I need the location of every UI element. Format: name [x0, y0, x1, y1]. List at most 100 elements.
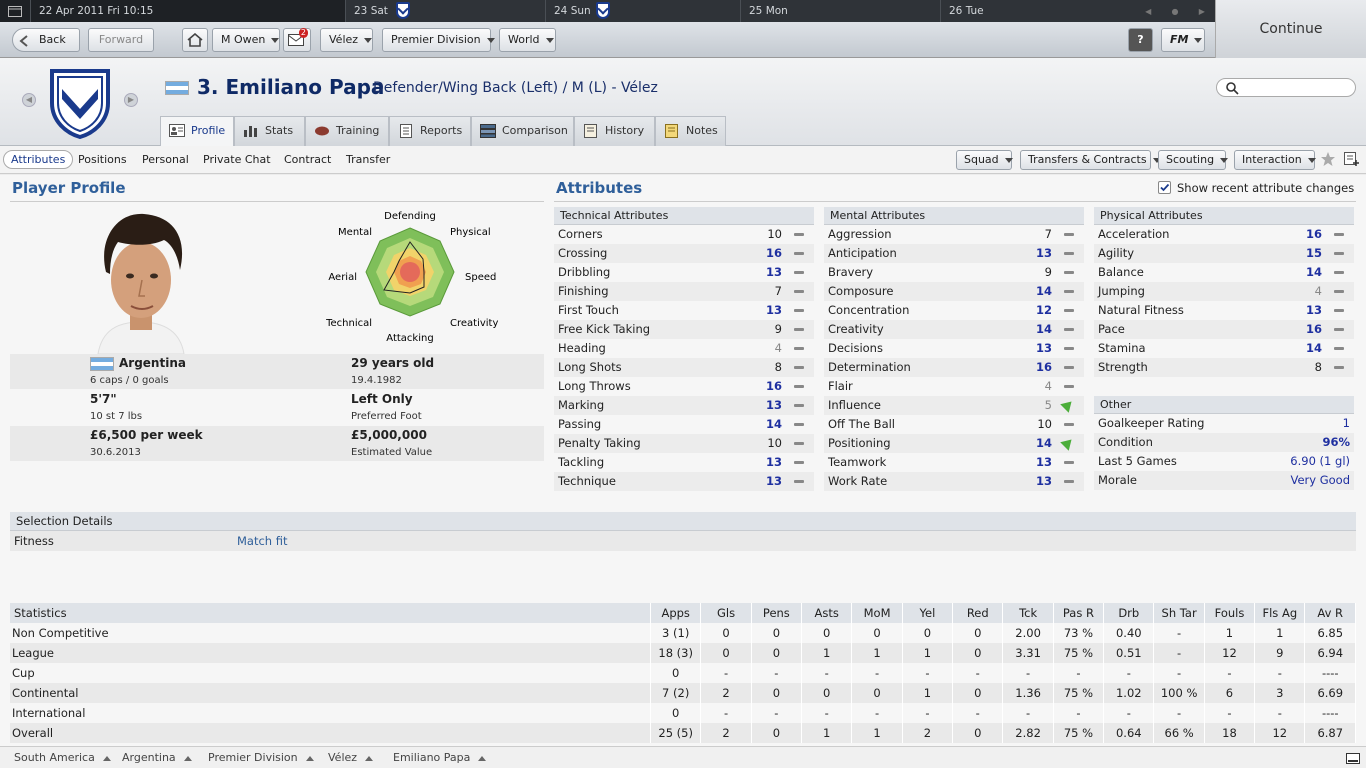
- stats-column-header[interactable]: Sh Tar: [1153, 603, 1205, 623]
- star-icon[interactable]: [1320, 151, 1336, 167]
- tab-stats[interactable]: Stats: [234, 116, 305, 146]
- dot-icon[interactable]: ●: [1172, 7, 1179, 16]
- subtab-transfer[interactable]: Transfer: [346, 153, 390, 166]
- nationality[interactable]: Argentina: [119, 356, 186, 370]
- stats-column-header[interactable]: Pas R: [1053, 603, 1105, 623]
- steady-dash-icon: [794, 328, 804, 331]
- stats-column-header[interactable]: Asts: [801, 603, 853, 623]
- day-cell[interactable]: 25 Mon: [740, 0, 940, 22]
- stats-cell: 0.64: [1103, 723, 1155, 743]
- divider: [10, 201, 544, 202]
- manager-dropdown[interactable]: M Owen: [212, 28, 280, 52]
- ball-icon: [315, 126, 329, 136]
- subtab-contract[interactable]: Contract: [284, 153, 331, 166]
- prev-icon[interactable]: ◀: [1145, 7, 1151, 16]
- stats-cell: 1: [851, 723, 903, 743]
- tab-comparison[interactable]: Comparison: [471, 116, 574, 146]
- improving-arrow-icon: [1060, 397, 1076, 413]
- subtab-private-chat[interactable]: Private Chat: [203, 153, 271, 166]
- stats-column-header[interactable]: Apps: [650, 603, 702, 623]
- league-dropdown[interactable]: Premier Division: [382, 28, 495, 52]
- subtab-positions[interactable]: Positions: [78, 153, 127, 166]
- attribute-row: Acceleration 16: [1094, 225, 1354, 244]
- forward-button[interactable]: Forward: [88, 28, 154, 52]
- stats-cell: -: [751, 703, 803, 723]
- prev-player-icon[interactable]: ◀: [22, 93, 36, 107]
- screen-toggle-icon[interactable]: [1346, 753, 1360, 764]
- stats-cell: 1: [801, 723, 853, 743]
- chevron-down-icon: [486, 37, 495, 43]
- home-button[interactable]: [182, 28, 208, 52]
- attribute-value: Very Good: [1290, 473, 1350, 487]
- stats-row-label: Overall: [10, 723, 652, 743]
- tab-reports[interactable]: Reports: [389, 116, 471, 146]
- stats-column-header[interactable]: Gls: [700, 603, 752, 623]
- subtab-personal[interactable]: Personal: [142, 153, 189, 166]
- day-cell[interactable]: 23 Sat: [345, 0, 545, 22]
- scouting-menu-button[interactable]: Scouting: [1158, 150, 1229, 170]
- calendar-icon[interactable]: [0, 0, 30, 22]
- next-player-icon[interactable]: ▶: [124, 93, 138, 107]
- attribute-row: Flair 4: [824, 377, 1084, 396]
- fm-menu-button[interactable]: FM: [1161, 28, 1205, 52]
- continue-button[interactable]: Continue: [1215, 0, 1366, 58]
- stats-cell: -: [952, 663, 1004, 683]
- squad-menu-button[interactable]: Squad: [956, 150, 1013, 170]
- stats-cell: 0: [650, 663, 702, 683]
- interaction-menu-button[interactable]: Interaction: [1234, 150, 1316, 170]
- stats-column-header[interactable]: Red: [952, 603, 1004, 623]
- stats-cell: 0: [851, 623, 903, 643]
- show-changes-checkbox[interactable]: [1158, 181, 1171, 194]
- stats-column-header[interactable]: Fouls: [1204, 603, 1256, 623]
- stats-column-header[interactable]: MoM: [851, 603, 903, 623]
- day-cell[interactable]: 26 Tue: [940, 0, 1135, 22]
- add-to-list-icon[interactable]: [1344, 152, 1360, 166]
- club-dropdown[interactable]: Vélez: [320, 28, 373, 52]
- breadcrumb-club[interactable]: Vélez: [328, 751, 373, 764]
- stats-column-header[interactable]: Pens: [751, 603, 803, 623]
- search-input[interactable]: [1216, 78, 1356, 97]
- inbox-button[interactable]: 2: [283, 28, 311, 52]
- steady-dash-icon: [1064, 328, 1074, 331]
- stats-column-header[interactable]: Statistics: [10, 603, 652, 623]
- fitness-label: Fitness: [14, 534, 54, 548]
- steady-dash-icon: [794, 480, 804, 483]
- tab-history[interactable]: History: [574, 116, 655, 146]
- tab-notes[interactable]: Notes: [655, 116, 726, 146]
- subtab-attributes[interactable]: Attributes: [3, 150, 74, 169]
- next-icon[interactable]: ▶: [1199, 7, 1205, 16]
- stats-cell: 0: [700, 623, 752, 643]
- player-photo: [88, 210, 192, 354]
- help-button[interactable]: ?: [1128, 28, 1153, 52]
- tab-profile[interactable]: Profile: [160, 116, 234, 147]
- stats-cell: -: [1153, 703, 1205, 723]
- attribute-name: Determination: [828, 360, 911, 374]
- day-cell[interactable]: 24 Sun: [545, 0, 740, 22]
- date-nav[interactable]: ◀ ● ▶: [1135, 0, 1215, 22]
- transfers-contracts-menu-button[interactable]: Transfers & Contracts: [1020, 150, 1161, 170]
- radar-label-defending: Defending: [384, 211, 436, 222]
- stats-column-header[interactable]: Yel: [902, 603, 954, 623]
- stats-cell: 18: [1204, 723, 1256, 743]
- stats-column-header[interactable]: Fls Ag: [1254, 603, 1306, 623]
- stats-cell: 6.69: [1304, 683, 1356, 703]
- stats-column-header[interactable]: Av R: [1304, 603, 1356, 623]
- preferred-foot: Left Only: [351, 392, 413, 406]
- stats-cell: 100 %: [1153, 683, 1205, 703]
- world-dropdown[interactable]: World: [499, 28, 556, 52]
- steady-dash-icon: [1334, 328, 1344, 331]
- search-icon: [1226, 82, 1239, 95]
- breadcrumb-player[interactable]: Emiliano Papa: [393, 751, 486, 764]
- breadcrumb-league[interactable]: Premier Division: [208, 751, 314, 764]
- breadcrumb-nation[interactable]: Argentina: [122, 751, 192, 764]
- tab-training[interactable]: Training: [305, 116, 389, 146]
- stats-column-header[interactable]: Tck: [1002, 603, 1054, 623]
- stats-column-header[interactable]: Drb: [1103, 603, 1155, 623]
- attribute-row: Positioning 14: [824, 434, 1084, 453]
- stats-cell: -: [801, 703, 853, 723]
- stats-cell: 2.82: [1002, 723, 1054, 743]
- breadcrumb-continent[interactable]: South America: [14, 751, 111, 764]
- home-icon: [187, 32, 203, 47]
- attribute-value: 9: [1044, 265, 1052, 279]
- attribute-value: 8: [1314, 360, 1322, 374]
